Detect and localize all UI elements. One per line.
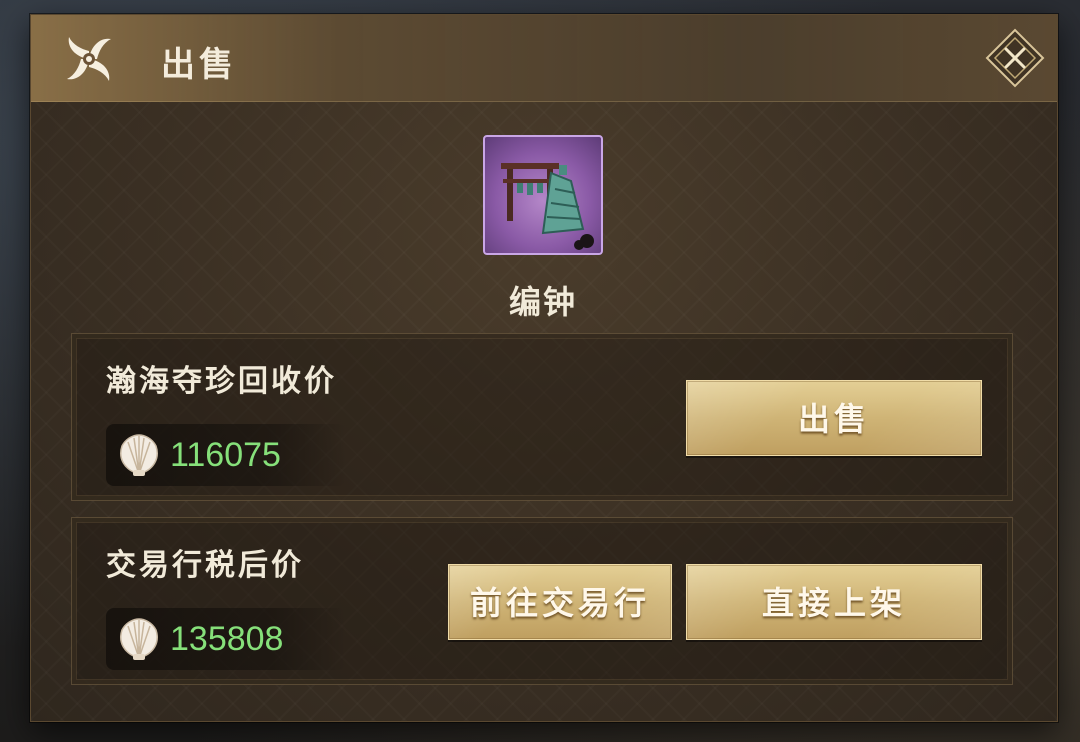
recycle-price-box: 116075 bbox=[106, 424, 346, 486]
shell-icon bbox=[120, 618, 158, 660]
shell-icon bbox=[120, 434, 158, 476]
market-price-label: 交易行税后价 bbox=[106, 548, 304, 583]
pinwheel-emblem-icon bbox=[67, 37, 111, 81]
market-price-panel: 交易行税后价 135808 前往交易行 直接上架 bbox=[71, 517, 1013, 685]
market-price-value: 135808 bbox=[170, 620, 284, 658]
dialog-title: 出售 bbox=[161, 45, 237, 85]
sell-button[interactable]: 出售 bbox=[686, 380, 982, 456]
recycle-price-value: 116075 bbox=[170, 436, 281, 474]
close-icon[interactable] bbox=[984, 27, 1046, 89]
list-directly-button[interactable]: 直接上架 bbox=[686, 564, 982, 640]
title-bar: 出售 bbox=[31, 15, 1057, 102]
bronze-bells-icon bbox=[501, 163, 594, 250]
recycle-price-panel: 瀚海夺珍回收价 116075 出售 bbox=[71, 333, 1013, 501]
goto-market-button[interactable]: 前往交易行 bbox=[448, 564, 672, 640]
item-icon-bianzhong[interactable] bbox=[483, 135, 603, 255]
item-name: 编钟 bbox=[508, 283, 577, 321]
market-price-box: 135808 bbox=[106, 608, 346, 670]
sell-dialog: 出售 编钟 瀚海夺珍回收价 116075 出售 交易行税后价 135808 前往… bbox=[30, 14, 1058, 722]
recycle-price-label: 瀚海夺珍回收价 bbox=[106, 364, 337, 399]
